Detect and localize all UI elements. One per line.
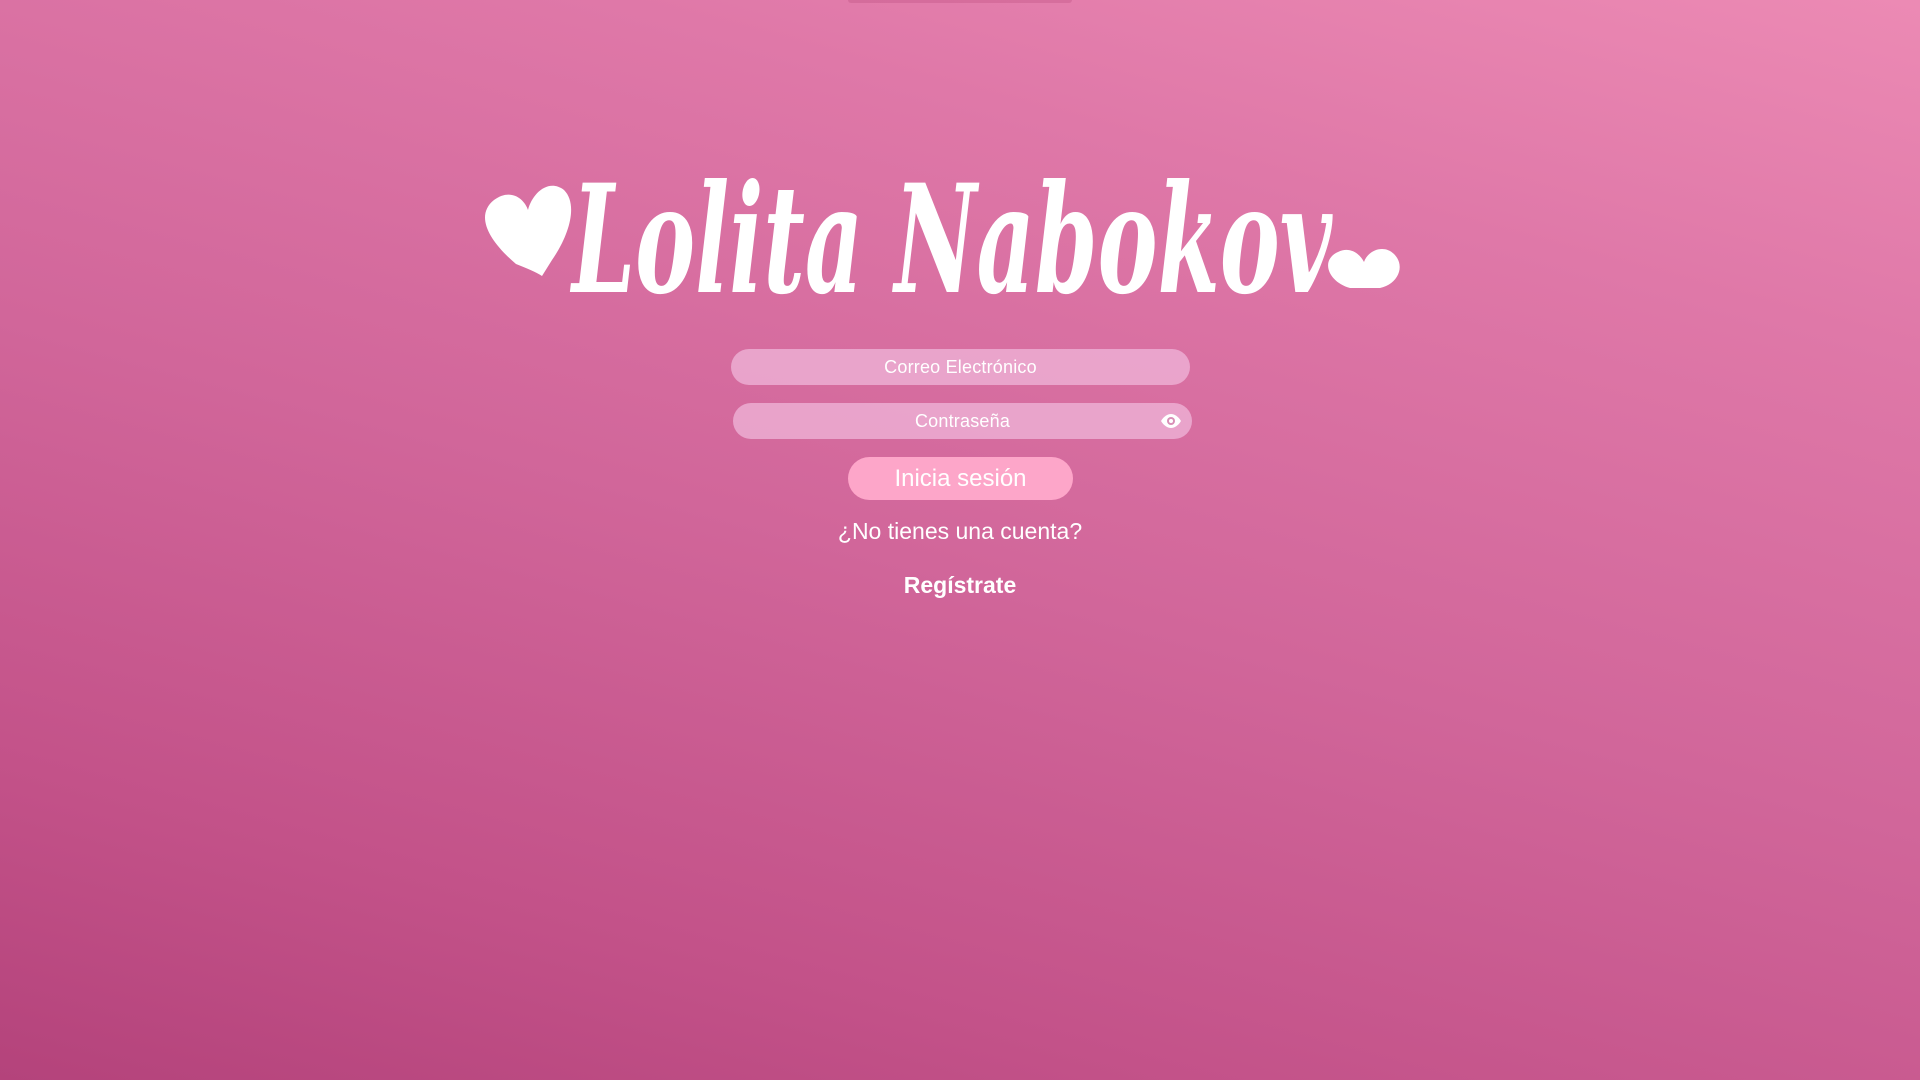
password-placeholder: Contraseña <box>914 410 1011 431</box>
email-placeholder: Correo Electrónico <box>884 356 1037 377</box>
register-link[interactable]: Regístrate <box>860 572 1060 599</box>
brand-logo-svg: Lolita Nabokov <box>485 160 1400 320</box>
email-field[interactable]: Correo Electrónico <box>731 349 1190 385</box>
brand-logo-text: Lolita Nabokov <box>570 160 1333 320</box>
heart-left-icon <box>485 185 572 276</box>
no-account-text: ¿No tienes una cuenta? <box>837 518 1083 544</box>
top-edge-bar <box>848 0 1072 3</box>
brand-logo: Lolita Nabokov <box>480 160 1440 320</box>
heart-right-icon <box>1328 248 1400 288</box>
login-button[interactable]: Inicia sesión <box>848 457 1073 500</box>
password-field[interactable]: Contraseña <box>733 403 1192 439</box>
eye-icon[interactable] <box>1160 412 1182 430</box>
